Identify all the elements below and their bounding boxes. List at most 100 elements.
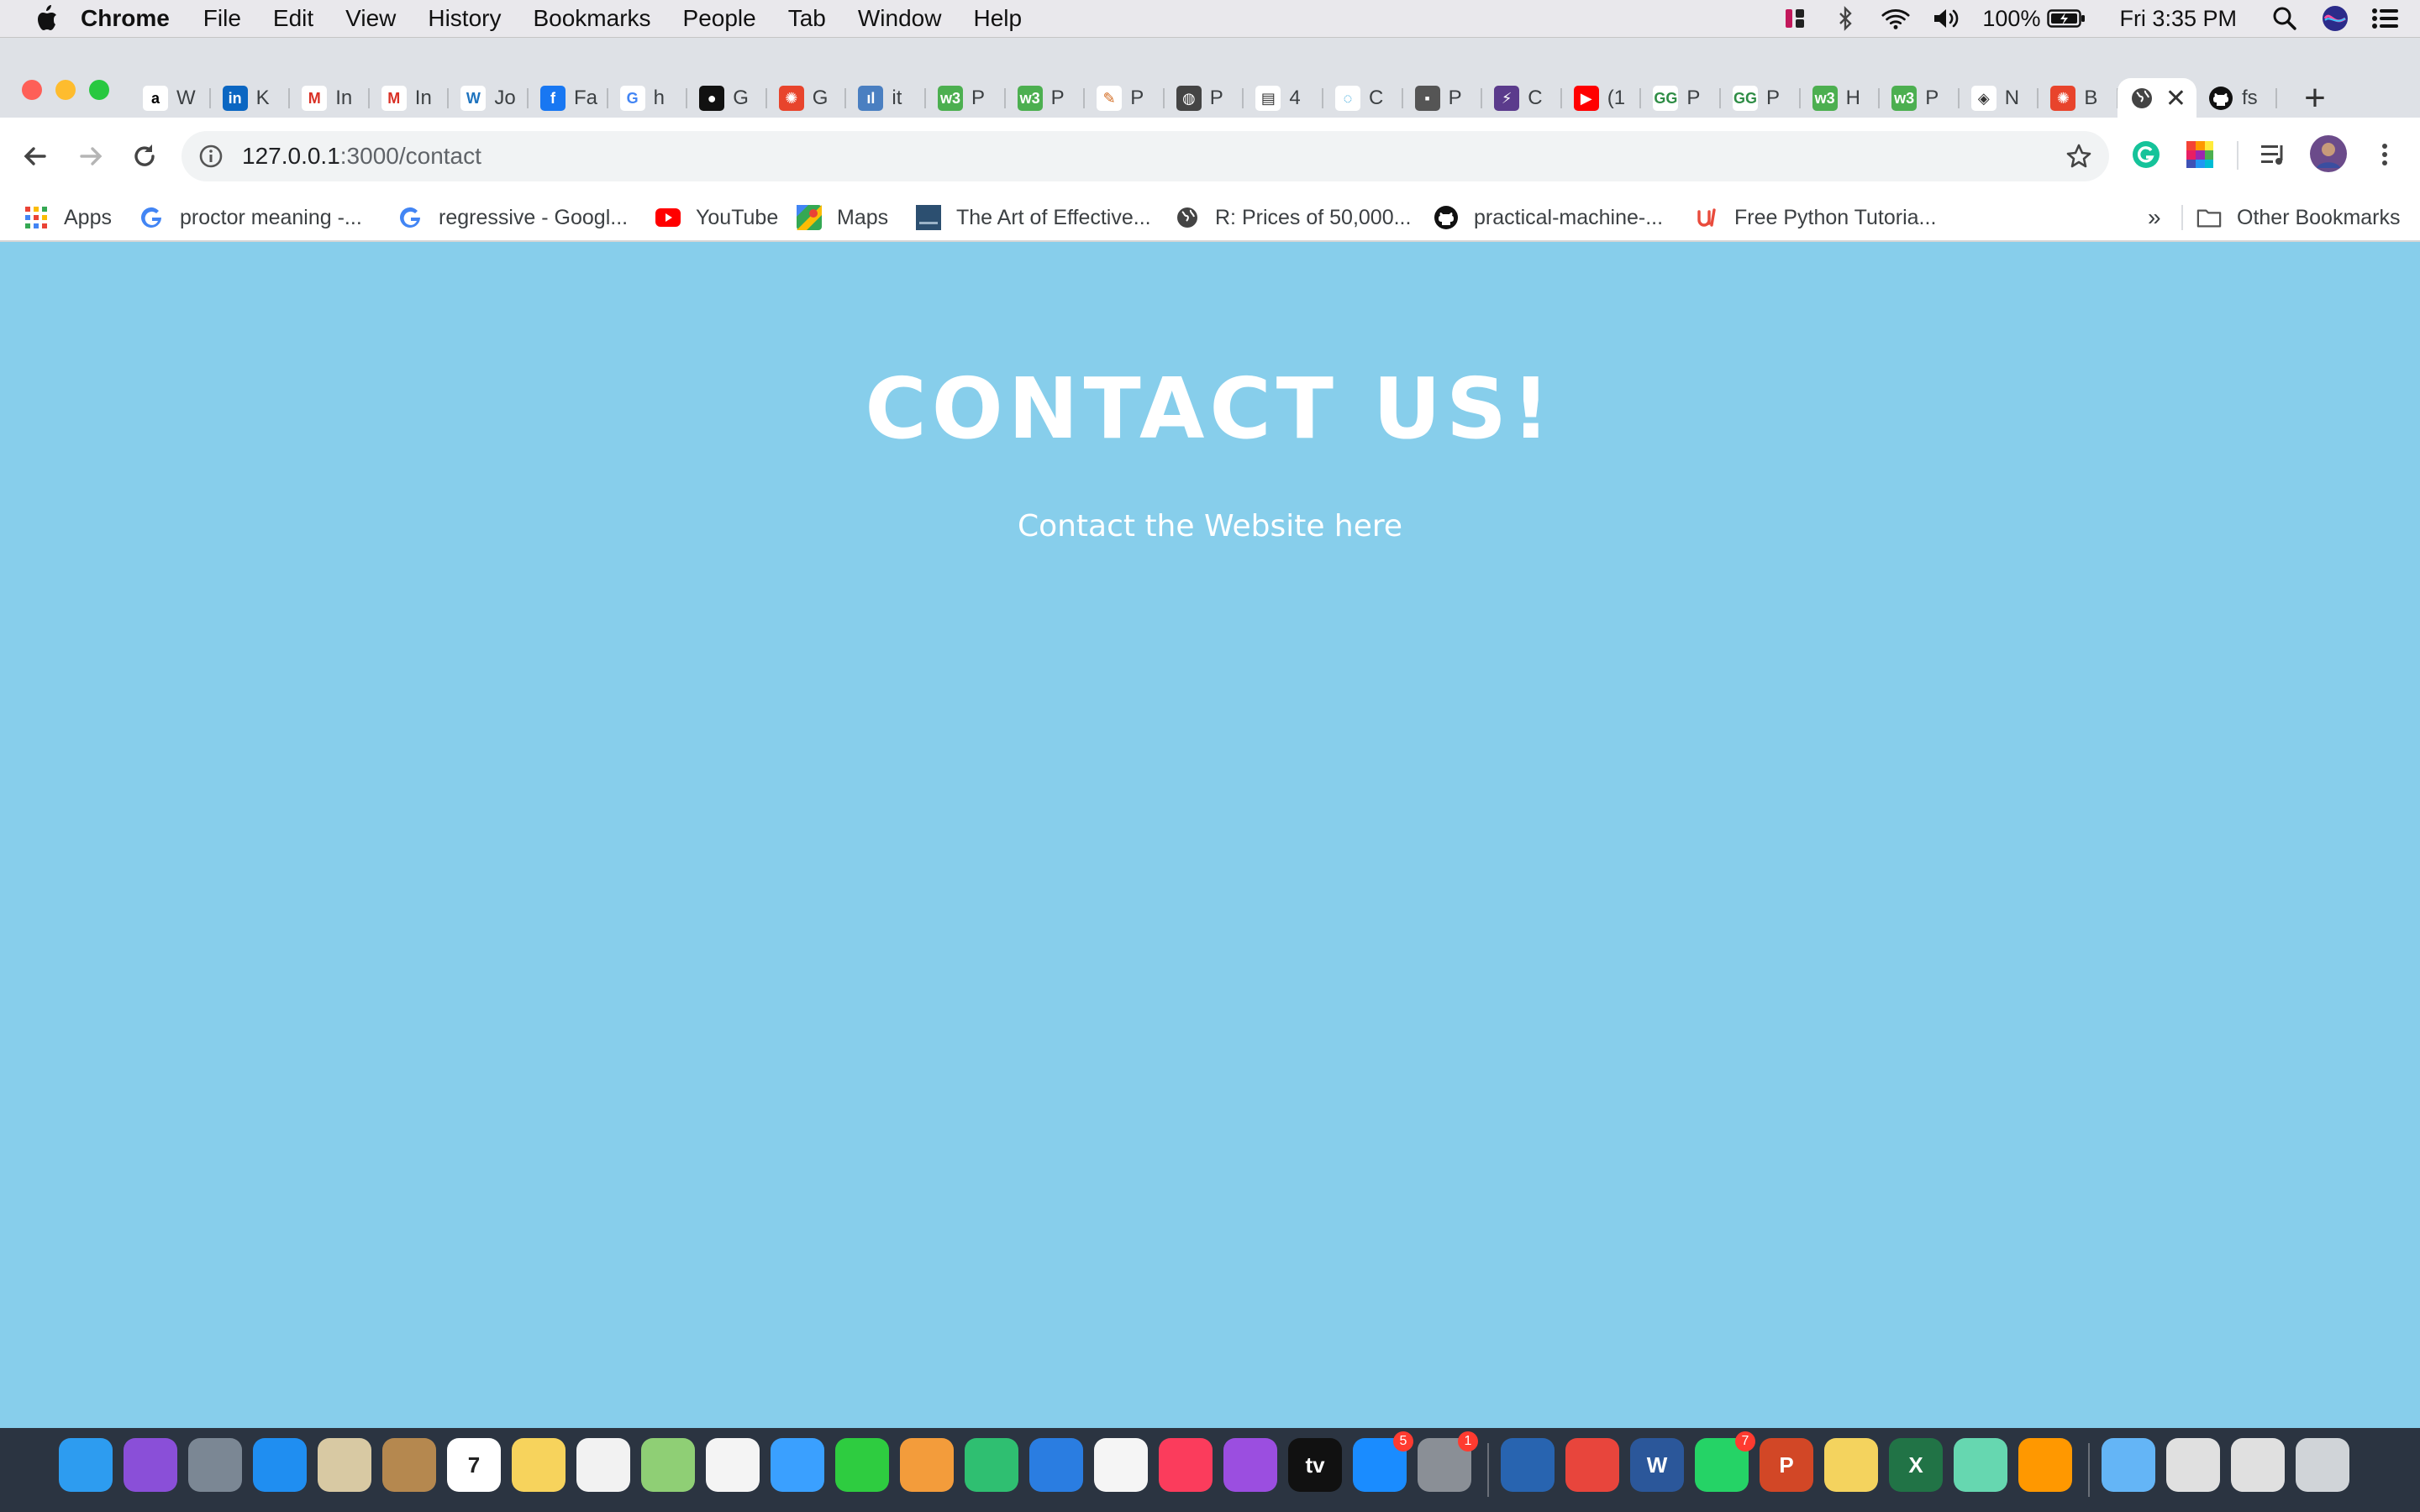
spotlight-search-icon[interactable] — [2270, 6, 2299, 31]
menu-edit[interactable]: Edit — [273, 5, 313, 32]
zoom-window-button[interactable] — [89, 80, 109, 100]
profile-avatar[interactable] — [2309, 134, 2348, 173]
numbers-icon[interactable] — [965, 1438, 1018, 1492]
tab-item[interactable]: Gh — [608, 78, 688, 118]
other-bookmarks-folder[interactable]: Other Bookmarks — [2196, 202, 2401, 234]
siri-icon[interactable] — [124, 1438, 177, 1492]
tab-item[interactable]: ✺ G — [767, 78, 847, 118]
powerpoint-icon[interactable]: P — [1760, 1438, 1813, 1492]
tab-item[interactable]: ▪ P — [1403, 78, 1483, 118]
tab-item[interactable]: f Fa — [529, 78, 608, 118]
menu-tab[interactable]: Tab — [788, 5, 826, 32]
trash-icon[interactable] — [2296, 1438, 2349, 1492]
tab-item[interactable]: GG P — [1641, 78, 1721, 118]
colorzilla-extension-icon[interactable] — [2183, 138, 2217, 171]
photos-icon[interactable] — [706, 1438, 760, 1492]
finder-icon[interactable] — [59, 1438, 113, 1492]
tab-item[interactable]: ● G — [687, 78, 767, 118]
site-info-icon[interactable] — [198, 144, 224, 169]
tab-item[interactable]: M In — [290, 78, 370, 118]
podcasts-icon[interactable] — [1223, 1438, 1277, 1492]
facetime-icon[interactable] — [835, 1438, 889, 1492]
python-icon[interactable] — [1824, 1438, 1878, 1492]
tab-item[interactable]: ◌ C — [1323, 78, 1403, 118]
media-control-icon[interactable] — [2257, 138, 2291, 171]
bookmark-youtube[interactable]: YouTube — [655, 202, 778, 234]
mail-icon[interactable] — [318, 1438, 371, 1492]
menu-view[interactable]: View — [345, 5, 396, 32]
safari-icon[interactable] — [253, 1438, 307, 1492]
bookmark-proctor-meaning[interactable]: proctor meaning -... — [139, 202, 362, 234]
reload-button[interactable] — [123, 134, 166, 178]
battery-icon[interactable] — [2047, 6, 2086, 31]
sublime-icon[interactable] — [2018, 1438, 2072, 1492]
launchpad-icon[interactable] — [188, 1438, 242, 1492]
bookmark-apps[interactable]: Apps — [24, 202, 112, 234]
chrome-menu-icon[interactable] — [2368, 138, 2402, 171]
chrome-icon[interactable] — [1565, 1438, 1619, 1492]
menu-window[interactable]: Window — [858, 5, 942, 32]
url-text[interactable]: 127.0.0.1:3000/contact — [242, 143, 481, 170]
bookmark-star-icon[interactable] — [2065, 143, 2092, 170]
maps-icon[interactable] — [641, 1438, 695, 1492]
menu-help[interactable]: Help — [973, 5, 1022, 32]
tab-item[interactable]: fs — [2196, 78, 2277, 118]
atom-icon[interactable] — [1954, 1438, 2007, 1492]
tab-item[interactable]: aW — [131, 78, 211, 118]
reminders-icon[interactable] — [576, 1438, 630, 1492]
tab-item[interactable]: ◈ N — [1960, 78, 2039, 118]
bookmark-art-of-effective[interactable]: The Art of Effective... — [916, 202, 1151, 234]
document-icon[interactable] — [2231, 1438, 2285, 1492]
tab-item[interactable]: M In — [370, 78, 450, 118]
tab-item[interactable]: ⚡ C — [1482, 78, 1562, 118]
tab-item[interactable]: ıl it — [846, 78, 926, 118]
bookmark-maps[interactable]: Maps — [797, 202, 888, 234]
tab-item[interactable]: ▶ (1 — [1562, 78, 1642, 118]
app-store-icon[interactable]: 5 — [1353, 1431, 1413, 1492]
pages-icon[interactable] — [900, 1438, 954, 1492]
tab-active-contact[interactable]: ✕ — [2118, 78, 2196, 118]
menu-history[interactable]: History — [428, 5, 501, 32]
menu-clock[interactable]: Fri 3:35 PM — [2119, 6, 2237, 32]
tab-item[interactable]: w3 P — [926, 78, 1006, 118]
folder-icon[interactable] — [2102, 1438, 2155, 1492]
apple-menu-icon[interactable] — [34, 4, 59, 33]
bluetooth-icon[interactable] — [1831, 6, 1860, 31]
volume-icon[interactable] — [1932, 6, 1960, 31]
close-tab-icon[interactable]: ✕ — [2165, 84, 2186, 113]
excel-icon[interactable]: X — [1889, 1438, 1943, 1492]
tv-icon[interactable]: tv — [1288, 1438, 1342, 1492]
minimize-window-button[interactable] — [55, 80, 76, 100]
contacts-icon[interactable] — [382, 1438, 436, 1492]
tab-item[interactable]: w3 H — [1801, 78, 1881, 118]
battery-percentage[interactable]: 100% — [1982, 6, 2040, 32]
word-icon[interactable]: W — [1630, 1438, 1684, 1492]
back-button[interactable] — [13, 134, 57, 178]
tab-item[interactable]: ✺ B — [2039, 78, 2118, 118]
calendar-icon[interactable]: 7 — [447, 1438, 501, 1492]
bookmarks-overflow-chevron-icon[interactable]: » — [2148, 202, 2161, 234]
bookmark-practical-machine[interactable]: practical-machine-... — [1434, 202, 1663, 234]
music-icon[interactable] — [1159, 1438, 1213, 1492]
notification-center-icon[interactable] — [2371, 6, 2400, 31]
bookmark-regressive[interactable]: regressive - Googl... — [398, 202, 628, 234]
messages-icon[interactable] — [771, 1438, 824, 1492]
new-tab-button[interactable]: + — [2298, 80, 2332, 117]
menu-bookmarks[interactable]: Bookmarks — [533, 5, 650, 32]
tab-item[interactable]: in K — [211, 78, 291, 118]
tab-item[interactable]: GG P — [1721, 78, 1801, 118]
bookmark-r-prices[interactable]: R: Prices of 50,000... — [1175, 202, 1411, 234]
menu-people[interactable]: People — [683, 5, 756, 32]
tab-item[interactable]: ✎ P — [1085, 78, 1165, 118]
tab-item[interactable]: W Jo — [449, 78, 529, 118]
whatsapp-icon[interactable]: 7 — [1695, 1431, 1755, 1492]
slack-status-icon[interactable] — [1781, 6, 1809, 31]
system-preferences-icon[interactable]: 1 — [1418, 1431, 1478, 1492]
address-bar[interactable]: 127.0.0.1:3000/contact — [182, 131, 2109, 181]
menu-app-name[interactable]: Chrome — [81, 5, 170, 32]
close-window-button[interactable] — [22, 80, 42, 100]
tab-item[interactable]: ◍ P — [1165, 78, 1244, 118]
forward-button[interactable] — [69, 134, 113, 178]
tab-item[interactable]: w3 P — [1880, 78, 1960, 118]
news-icon[interactable] — [1094, 1438, 1148, 1492]
